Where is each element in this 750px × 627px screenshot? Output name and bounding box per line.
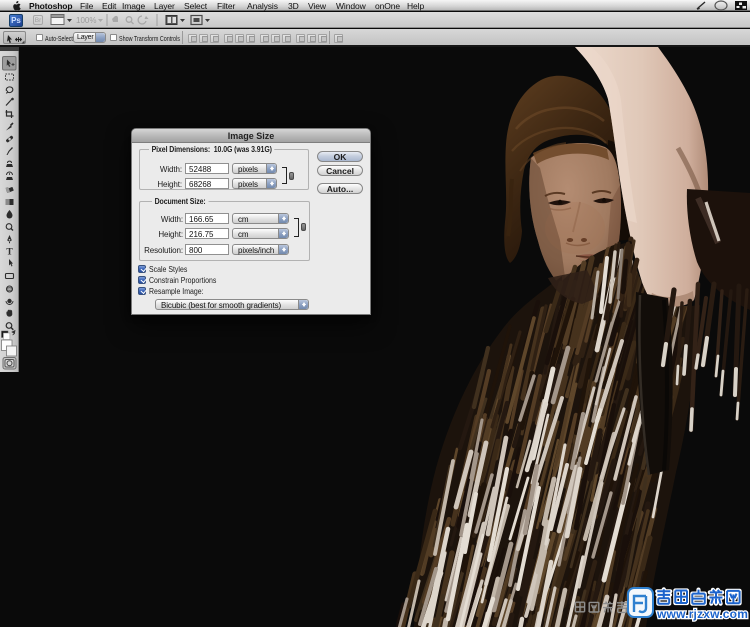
svg-text:100%: 100% [76, 16, 96, 25]
svg-text:T: T [6, 247, 13, 257]
